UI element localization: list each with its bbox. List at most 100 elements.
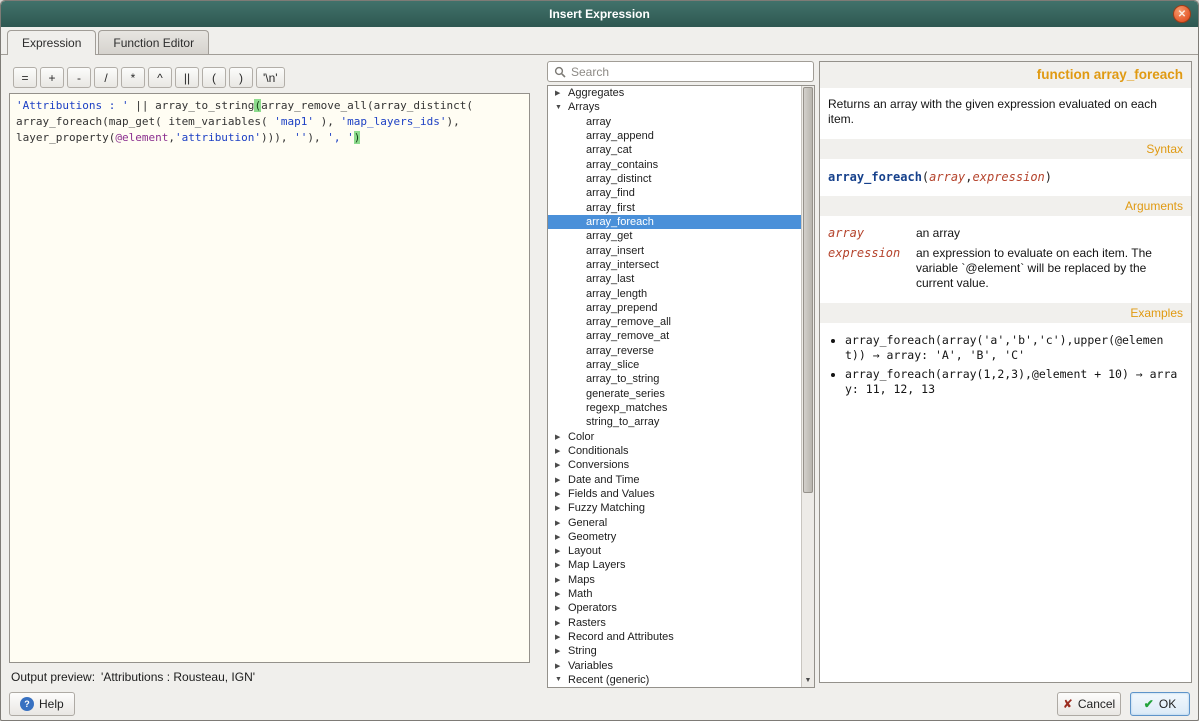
expand-arrow-icon[interactable]: ▶: [555, 490, 568, 498]
scroll-down-arrow-icon[interactable]: ▼: [802, 674, 814, 687]
tree-item-fields-and-values[interactable]: ▶Fields and Values: [548, 487, 801, 501]
tree-item-array-slice[interactable]: array_slice: [548, 358, 801, 372]
tree-item-array-cat[interactable]: array_cat: [548, 143, 801, 157]
expand-arrow-icon[interactable]: ▶: [555, 647, 568, 655]
tree-item-variables[interactable]: ▶Variables: [548, 659, 801, 673]
tree-item-fuzzy-matching[interactable]: ▶Fuzzy Matching: [548, 501, 801, 515]
cancel-icon: ✘: [1063, 697, 1073, 711]
help-button[interactable]: ? Help: [9, 692, 75, 716]
expand-arrow-icon[interactable]: ▶: [555, 604, 568, 612]
tree-item-array-first[interactable]: array_first: [548, 201, 801, 215]
operator-button-symbol[interactable]: (: [202, 67, 226, 88]
tree-item-color[interactable]: ▶Color: [548, 430, 801, 444]
tree-item-general[interactable]: ▶General: [548, 515, 801, 529]
expand-arrow-icon[interactable]: ▶: [555, 590, 568, 598]
expand-arrow-icon[interactable]: ▶: [555, 519, 568, 527]
tree-item-record-and-attributes[interactable]: ▶Record and Attributes: [548, 630, 801, 644]
tree-item-math[interactable]: ▶Math: [548, 587, 801, 601]
operator-button-symbol[interactable]: -: [67, 67, 91, 88]
expression-token: ),: [314, 115, 341, 128]
search-input[interactable]: [571, 65, 807, 79]
expression-line: layer_property(@element,'attribution')))…: [16, 130, 523, 146]
tree-item-generate-series[interactable]: generate_series: [548, 387, 801, 401]
close-icon[interactable]: ✕: [1173, 5, 1191, 23]
tree-item-regexp-matches[interactable]: regexp_matches: [548, 401, 801, 415]
tree-item-label: General: [568, 517, 607, 529]
tree-item-array-reverse[interactable]: array_reverse: [548, 344, 801, 358]
window-title: Insert Expression: [549, 7, 650, 21]
tree-item-string[interactable]: ▶String: [548, 644, 801, 658]
tree-scrollbar[interactable]: ▼: [801, 86, 814, 687]
tree-item-array-contains[interactable]: array_contains: [548, 158, 801, 172]
tree-item-label: Aggregates: [568, 87, 624, 99]
ok-button[interactable]: ✔ OK: [1130, 692, 1190, 716]
expand-arrow-icon[interactable]: ▶: [555, 662, 568, 670]
operator-button-symbol[interactable]: =: [13, 67, 37, 88]
expand-arrow-icon[interactable]: ▶: [555, 447, 568, 455]
function-tree-panel: ▶Aggregates▼Arraysarrayarray_appendarray…: [547, 85, 815, 688]
tree-item-conditionals[interactable]: ▶Conditionals: [548, 444, 801, 458]
tree-item-conversions[interactable]: ▶Conversions: [548, 458, 801, 472]
expand-arrow-icon[interactable]: ▶: [555, 619, 568, 627]
operator-button-symbol[interactable]: ||: [175, 67, 199, 88]
tree-item-array-append[interactable]: array_append: [548, 129, 801, 143]
expression-token: ),: [447, 115, 460, 128]
tree-item-label: Conditionals: [568, 445, 629, 457]
tree-item-label: string_to_array: [586, 416, 659, 428]
expand-arrow-icon[interactable]: ▶: [555, 576, 568, 584]
tree-item-array-to-string[interactable]: array_to_string: [548, 372, 801, 386]
tree-item-array-get[interactable]: array_get: [548, 229, 801, 243]
tree-item-operators[interactable]: ▶Operators: [548, 601, 801, 615]
expand-arrow-icon[interactable]: ▶: [555, 433, 568, 441]
expand-arrow-icon[interactable]: ▶: [555, 476, 568, 484]
tree-item-map-layers[interactable]: ▶Map Layers: [548, 558, 801, 572]
collapse-arrow-icon[interactable]: ▼: [555, 104, 568, 111]
operator-button-symbol[interactable]: *: [121, 67, 145, 88]
scrollbar-thumb[interactable]: [803, 87, 813, 493]
tree-item-array-remove-at[interactable]: array_remove_at: [548, 329, 801, 343]
tree-item-label: Map Layers: [568, 559, 625, 571]
tree-item-recent-generic[interactable]: ▼Recent (generic): [548, 673, 801, 687]
expression-token: ||: [129, 99, 156, 112]
tab-expression[interactable]: Expression: [7, 30, 96, 55]
tree-item-array-last[interactable]: array_last: [548, 272, 801, 286]
arguments-header: Arguments: [820, 196, 1191, 216]
operator-button-n[interactable]: '\n': [256, 67, 285, 88]
tree-item-string-to-array[interactable]: string_to_array: [548, 415, 801, 429]
operator-button-symbol[interactable]: ^: [148, 67, 172, 88]
tree-item-array-distinct[interactable]: array_distinct: [548, 172, 801, 186]
tree-item-array-remove-all[interactable]: array_remove_all: [548, 315, 801, 329]
expand-arrow-icon[interactable]: ▶: [555, 461, 568, 469]
tree-item-array-length[interactable]: array_length: [548, 286, 801, 300]
tree-item-aggregates[interactable]: ▶Aggregates: [548, 86, 801, 100]
tree-item-array-intersect[interactable]: array_intersect: [548, 258, 801, 272]
tree-item-layout[interactable]: ▶Layout: [548, 544, 801, 558]
tree-item-array-prepend[interactable]: array_prepend: [548, 301, 801, 315]
tree-item-arrays[interactable]: ▼Arrays: [548, 100, 801, 114]
operator-button-symbol[interactable]: +: [40, 67, 64, 88]
tree-item-maps[interactable]: ▶Maps: [548, 573, 801, 587]
operator-toolbar: =+-/*^||()'\n': [13, 67, 285, 88]
tree-item-array[interactable]: array: [548, 115, 801, 129]
help-panel: function array_foreach Returns an array …: [819, 61, 1192, 683]
collapse-arrow-icon[interactable]: ▼: [555, 676, 568, 683]
tree-item-geometry[interactable]: ▶Geometry: [548, 530, 801, 544]
expand-arrow-icon[interactable]: ▶: [555, 633, 568, 641]
tree-item-array-foreach[interactable]: array_foreach: [548, 215, 801, 229]
tree-item-array-insert[interactable]: array_insert: [548, 243, 801, 257]
tree-item-date-and-time[interactable]: ▶Date and Time: [548, 472, 801, 486]
tab-function-editor[interactable]: Function Editor: [98, 30, 209, 54]
cancel-button[interactable]: ✘ Cancel: [1057, 692, 1121, 716]
expression-token: ,: [168, 131, 175, 144]
tree-item-array-find[interactable]: array_find: [548, 186, 801, 200]
operator-button-symbol[interactable]: ): [229, 67, 253, 88]
expression-token: array_remove_all(array_distinct(: [261, 99, 473, 112]
expand-arrow-icon[interactable]: ▶: [555, 547, 568, 555]
expand-arrow-icon[interactable]: ▶: [555, 561, 568, 569]
expand-arrow-icon[interactable]: ▶: [555, 533, 568, 541]
tree-item-rasters[interactable]: ▶Rasters: [548, 616, 801, 630]
operator-button-symbol[interactable]: /: [94, 67, 118, 88]
expand-arrow-icon[interactable]: ▶: [555, 89, 568, 97]
expand-arrow-icon[interactable]: ▶: [555, 504, 568, 512]
expression-editor[interactable]: 'Attributions : ' || array_to_string(arr…: [9, 93, 530, 663]
